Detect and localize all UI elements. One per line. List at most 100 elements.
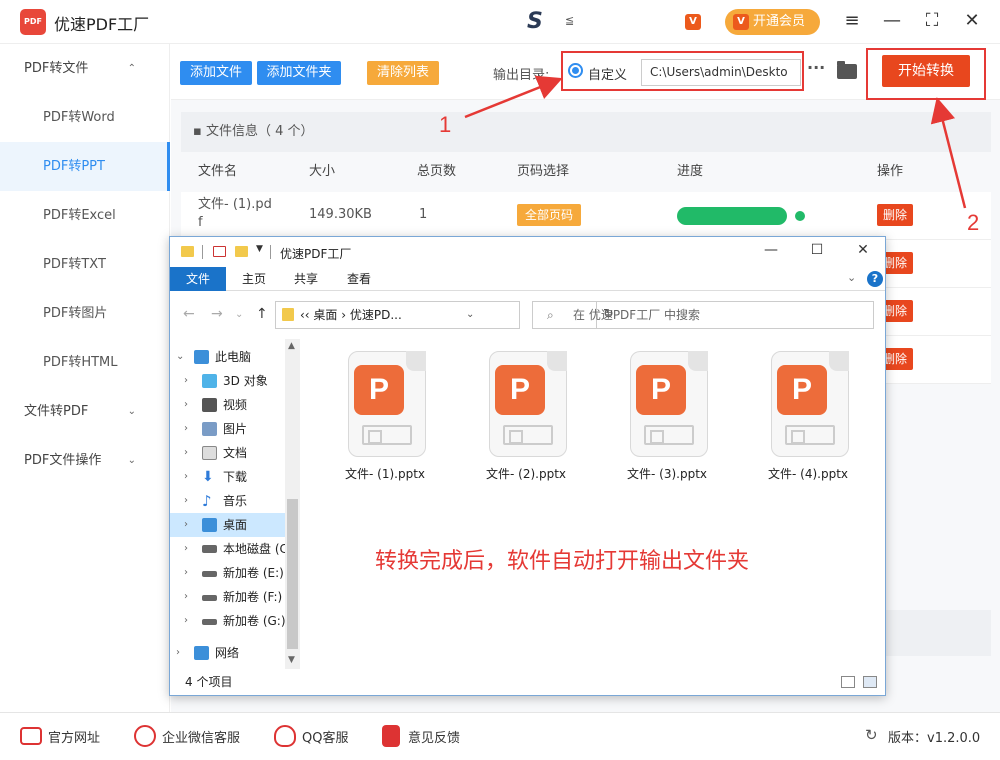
powerpoint-icon: P	[636, 365, 686, 415]
maximize-icon[interactable]: ☐	[807, 242, 827, 258]
back-arrow-icon[interactable]: ←	[183, 306, 195, 322]
feedback-link[interactable]: 意见反馈	[408, 727, 460, 746]
version-label: 版本：v1.2.0.0	[888, 731, 981, 746]
tab-share[interactable]: 共享	[292, 267, 320, 291]
large-icons-view-icon[interactable]	[863, 676, 877, 688]
folder-icon	[282, 308, 294, 321]
search-icon: ⌕	[547, 308, 554, 322]
annotation-note: 转换完成后，软件自动打开输出文件夹	[375, 549, 750, 574]
3d-objects-icon	[202, 374, 217, 388]
tab-home[interactable]: 主页	[240, 267, 268, 291]
network-icon	[194, 646, 209, 660]
arrow-to-output	[464, 75, 563, 119]
file-item[interactable]: P 文件- (3).pptx	[602, 351, 712, 491]
chevron-right-icon: ›	[184, 543, 188, 554]
separator	[270, 245, 271, 259]
address-bar[interactable]: ‹‹ 桌面 › 优速PD... ⌄ ↻	[275, 301, 614, 329]
tree-label: 文档	[223, 446, 248, 460]
file-name: 文件- (3).pptx	[627, 467, 707, 481]
tree-label: 桌面	[223, 518, 248, 532]
video-icon	[202, 398, 217, 412]
tree-item[interactable]: › 图片	[170, 417, 285, 441]
tree-item[interactable]: › 新加卷 (G:)	[170, 609, 285, 633]
close-icon[interactable]: ✕	[853, 242, 873, 258]
annotation-number-2: 2	[967, 210, 980, 235]
chevron-right-icon: ›	[184, 495, 188, 506]
desktop-icon	[202, 518, 217, 532]
update-icon[interactable]: ↻	[865, 726, 878, 744]
tree-item[interactable]: ⌄ 此电脑	[170, 345, 285, 369]
tree-item[interactable]: › ♪ 音乐	[170, 489, 285, 513]
chevron-right-icon: ›	[184, 423, 188, 434]
tab-file[interactable]: 文件	[170, 267, 226, 291]
wechat-service-link[interactable]: 企业微信客服	[162, 727, 240, 746]
tree-item[interactable]: › 文档	[170, 441, 285, 465]
file-name: 文件- (4).pptx	[768, 467, 848, 481]
forward-arrow-icon[interactable]: →	[211, 306, 223, 322]
file-item[interactable]: P 文件- (4).pptx	[743, 351, 853, 491]
drive-icon	[202, 595, 217, 601]
tree-scrollbar[interactable]: ▲ ▼	[285, 339, 300, 669]
tree-label: 网络	[215, 646, 240, 660]
tree-item[interactable]: › 新加卷 (E:)	[170, 561, 285, 585]
item-count: 4 个项目	[185, 675, 233, 689]
tree-item[interactable]: › 3D 对象	[170, 369, 285, 393]
chevron-right-icon: ›	[184, 615, 188, 626]
qq-icon	[274, 725, 296, 747]
qq-service-link[interactable]: QQ客服	[302, 727, 348, 746]
tree-label: 下载	[223, 470, 248, 484]
up-arrow-icon[interactable]: ↑	[256, 306, 268, 322]
help-icon[interactable]: ?	[867, 271, 883, 287]
arrow-to-start	[930, 97, 967, 209]
footer: 官方网址 企业微信客服 QQ客服 意见反馈 ↻ 版本：v1.2.0.0	[0, 712, 1000, 760]
tree-label: 新加卷 (E:)	[223, 566, 284, 580]
new-folder-icon[interactable]	[235, 246, 248, 257]
explorer-content: P 文件- (1).pptx P 文件- (2).pptx P 文件- (3).…	[300, 339, 885, 669]
tree-item[interactable]: › 视频	[170, 393, 285, 417]
explorer-ribbon: 文件 主页 共享 查看 ⌄ ?	[170, 267, 885, 291]
properties-icon[interactable]	[213, 246, 226, 257]
chevron-right-icon: ›	[184, 399, 188, 410]
chevron-right-icon: ›	[184, 447, 188, 458]
chevron-down-icon: ⌄	[176, 351, 185, 362]
chevron-down-icon[interactable]: ⌄	[847, 271, 856, 284]
tree-label: 视频	[223, 398, 248, 412]
powerpoint-icon: P	[495, 365, 545, 415]
drive-icon	[202, 571, 217, 577]
website-link[interactable]: 官方网址	[48, 727, 100, 746]
scroll-thumb[interactable]	[287, 499, 298, 649]
explorer-status-bar: 4 个项目	[170, 669, 885, 695]
chevron-down-icon[interactable]: ▼	[256, 244, 263, 254]
scroll-down-icon[interactable]: ▼	[288, 655, 295, 665]
folder-icon	[181, 246, 194, 257]
tree-label: 新加卷 (F:)	[223, 590, 283, 604]
chevron-right-icon: ›	[184, 471, 188, 482]
powerpoint-icon: P	[777, 365, 827, 415]
tree-item-desktop[interactable]: › 桌面	[170, 513, 285, 537]
drive-icon	[202, 545, 217, 553]
file-item[interactable]: P 文件- (2).pptx	[461, 351, 571, 491]
navigation-tree: ⌄ 此电脑 › 3D 对象 › 视频 › 图片 › 文档 › ⬇ 下载 › ♪ 音乐 › 桌面 › 本…	[170, 339, 300, 669]
tree-item[interactable]: › 网络	[170, 641, 285, 665]
file-item[interactable]: P 文件- (1).pptx	[320, 351, 430, 491]
annotation-number-1: 1	[439, 112, 452, 137]
tree-item[interactable]: › 本地磁盘 (C:	[170, 537, 285, 561]
tree-item[interactable]: › ⬇ 下载	[170, 465, 285, 489]
separator	[202, 245, 203, 259]
details-view-icon[interactable]	[841, 676, 855, 688]
explorer-nav-bar: ← → ⌄ ↑ ‹‹ 桌面 › 优速PD... ⌄ ↻ ⌕ 在 优速PDF工厂 …	[170, 291, 885, 339]
search-input[interactable]: ⌕ 在 优速PDF工厂 中搜索	[532, 301, 874, 329]
scroll-up-icon[interactable]: ▲	[288, 341, 295, 351]
slide-icon	[644, 425, 694, 445]
chevron-down-icon[interactable]: ⌄	[466, 302, 474, 328]
tab-view[interactable]: 查看	[345, 267, 373, 291]
slide-icon	[785, 425, 835, 445]
website-icon	[20, 727, 42, 745]
drive-icon	[202, 619, 217, 625]
slide-icon	[503, 425, 553, 445]
powerpoint-icon: P	[354, 365, 404, 415]
chevron-down-icon[interactable]: ⌄	[235, 309, 243, 320]
minimize-icon[interactable]: —	[761, 242, 781, 258]
file-name: 文件- (2).pptx	[486, 467, 566, 481]
tree-item[interactable]: › 新加卷 (F:)	[170, 585, 285, 609]
